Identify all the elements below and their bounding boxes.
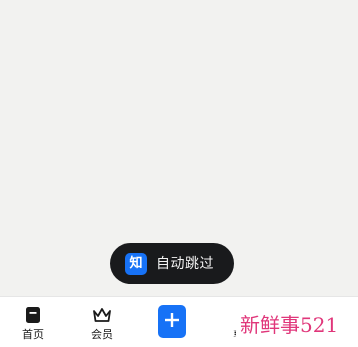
tab-vip[interactable]: 会员 bbox=[72, 297, 132, 347]
plus-icon bbox=[165, 312, 179, 331]
tab-home[interactable]: 首页 bbox=[3, 297, 63, 347]
publish-button[interactable] bbox=[158, 305, 186, 338]
tab-home-label: 首页 bbox=[22, 328, 44, 341]
auto-skip-button[interactable]: 知 自动跳过 bbox=[110, 243, 234, 284]
home-icon bbox=[25, 306, 41, 324]
zhihu-logo-icon: 知 bbox=[125, 252, 147, 275]
tab-vip-label: 会员 bbox=[91, 328, 113, 341]
auto-skip-label: 自动跳过 bbox=[156, 255, 214, 272]
crown-icon bbox=[92, 306, 112, 324]
watermark: 新鲜事521 bbox=[236, 306, 358, 340]
